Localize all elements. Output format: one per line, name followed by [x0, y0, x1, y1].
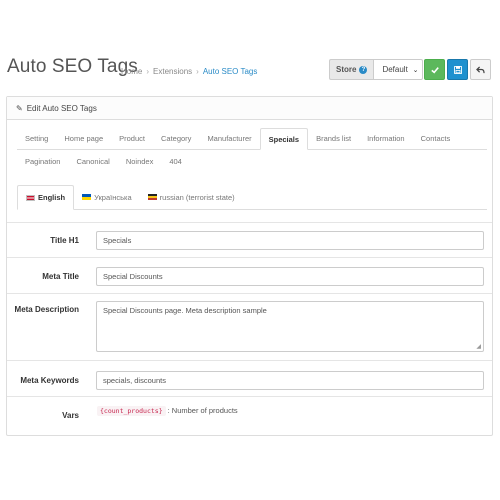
meta-title-input[interactable]: Special Discounts [96, 267, 484, 286]
meta-keywords-label: Meta Keywords [20, 376, 79, 385]
panel-heading-text: Edit Auto SEO Tags [26, 103, 97, 113]
tab-pagination[interactable]: Pagination [17, 150, 68, 172]
flag-en-icon [26, 194, 35, 201]
edit-panel: ✎ Edit Auto SEO Tags Setting Home page P… [6, 96, 493, 436]
form-row-meta-description: Meta Description Special Discounts page.… [7, 293, 492, 360]
tab-information[interactable]: Information [359, 128, 413, 149]
store-label: Store ? [329, 59, 374, 80]
save-button[interactable] [447, 59, 468, 80]
tab-product[interactable]: Product [111, 128, 153, 149]
language-tab-label: Українська [94, 192, 132, 202]
language-tabs: English Українська russian (terrorist st… [17, 185, 487, 210]
breadcrumb-separator: › [146, 67, 150, 76]
panel-heading: ✎ Edit Auto SEO Tags [7, 97, 492, 120]
meta-title-label: Meta Title [42, 272, 79, 281]
title-h1-label: Title H1 [50, 236, 79, 245]
form-row-meta-title: Meta Title Special Discounts [7, 257, 492, 293]
breadcrumb-extensions[interactable]: Extensions [153, 67, 192, 76]
tab-category[interactable]: Category [153, 128, 199, 149]
breadcrumb-current[interactable]: Auto SEO Tags [203, 67, 258, 76]
breadcrumb-separator: › [196, 67, 199, 76]
tab-404[interactable]: 404 [161, 150, 190, 172]
tab-home-page[interactable]: Home page [56, 128, 111, 149]
reply-icon [476, 65, 485, 73]
store-selector-group: Store ? Default ⌄ [329, 59, 424, 80]
breadcrumb-home[interactable]: Home [121, 67, 142, 76]
floppy-icon [453, 65, 462, 74]
pencil-icon: ✎ [16, 103, 23, 113]
page-header: Auto SEO Tags Home › Extensions › Auto SEO T… [0, 52, 500, 86]
breadcrumb: Home › Extensions › Auto SEO Tags [121, 67, 257, 76]
store-select[interactable]: Default ⌄ [373, 59, 424, 80]
flag-ru-icon [147, 194, 157, 200]
resize-handle-icon[interactable]: ◢ [476, 343, 481, 350]
vars-description: {count_products}: Number of products [97, 406, 238, 416]
form-row-meta-keywords: Meta Keywords specials, discounts [7, 360, 492, 396]
store-label-text: Store [336, 65, 357, 74]
title-h1-input[interactable]: Specials [96, 231, 484, 250]
language-tab-label: russian (terrorist state) [159, 192, 235, 202]
form-row-vars: Vars {count_products}: Number of product… [7, 396, 492, 436]
meta-description-value: Special Discounts page. Meta description… [103, 306, 267, 315]
tab-contacts[interactable]: Contacts [413, 128, 459, 149]
language-tab-russian[interactable]: russian (terrorist state) [140, 185, 243, 209]
vars-code-desc: : Number of products [167, 406, 238, 415]
tab-brands-list[interactable]: Brands list [308, 128, 359, 149]
vars-label: Vars [62, 411, 79, 420]
language-tab-english[interactable]: English [17, 185, 75, 210]
chevron-down-icon: ⌄ [412, 66, 419, 74]
save-and-close-button[interactable] [424, 59, 445, 80]
back-button[interactable] [470, 59, 491, 80]
section-tabs: Setting Home page Product Category Manuf… [17, 128, 487, 172]
meta-description-label: Meta Description [14, 305, 79, 314]
language-tab-label: English [38, 193, 66, 202]
tab-setting[interactable]: Setting [17, 128, 56, 149]
store-select-value: Default [382, 65, 408, 74]
check-icon [430, 66, 439, 74]
tab-row-2: Pagination Canonical Noindex 404 [17, 150, 487, 172]
tab-manufacturer[interactable]: Manufacturer [199, 128, 259, 149]
meta-keywords-input[interactable]: specials, discounts [96, 371, 484, 390]
tab-canonical[interactable]: Canonical [68, 150, 117, 172]
tab-row-1: Setting Home page Product Category Manuf… [17, 128, 487, 150]
tab-noindex[interactable]: Noindex [118, 150, 162, 172]
flag-ua-icon [82, 194, 92, 200]
vars-code: {count_products} [97, 406, 166, 416]
tab-specials[interactable]: Specials [259, 128, 309, 150]
language-tab-ukrainian[interactable]: Українська [74, 185, 140, 209]
question-icon[interactable]: ? [359, 65, 368, 74]
form-row-title-h1: Title H1 Specials [7, 222, 492, 257]
page-title: Auto SEO Tags [7, 56, 138, 77]
meta-description-textarea[interactable]: Special Discounts page. Meta description… [96, 301, 484, 352]
